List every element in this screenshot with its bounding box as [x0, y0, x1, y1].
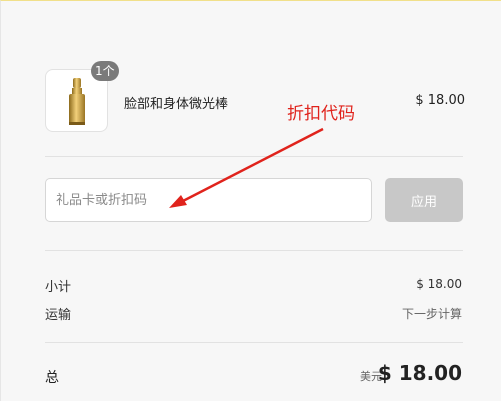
annotation-label: 折扣代码	[287, 104, 355, 124]
shipping-value: 下一步计算	[401, 307, 462, 321]
total-label: 总	[45, 370, 59, 386]
lipstick-product-icon	[69, 78, 85, 125]
total-amount: $ 18.00	[377, 361, 462, 385]
discount-code-input[interactable]	[45, 178, 372, 222]
shipping-label: 运输	[45, 308, 72, 323]
line-item: 1个 脸部和身体微光棒 $ 18.00	[45, 61, 465, 134]
divider	[45, 342, 463, 343]
order-summary-panel: 1个 脸部和身体微光棒 $ 18.00 折扣代码 应用 小计 $ 18.00 运…	[0, 0, 501, 401]
divider	[45, 156, 463, 157]
subtotal-value: $ 18.00	[416, 277, 462, 291]
quantity-badge: 1个	[91, 61, 119, 81]
product-name: 脸部和身体微光棒	[124, 97, 229, 112]
apply-discount-button[interactable]: 应用	[385, 178, 463, 222]
product-price: $ 18.00	[415, 93, 465, 108]
subtotal-label: 小计	[45, 280, 72, 295]
divider	[45, 250, 463, 251]
